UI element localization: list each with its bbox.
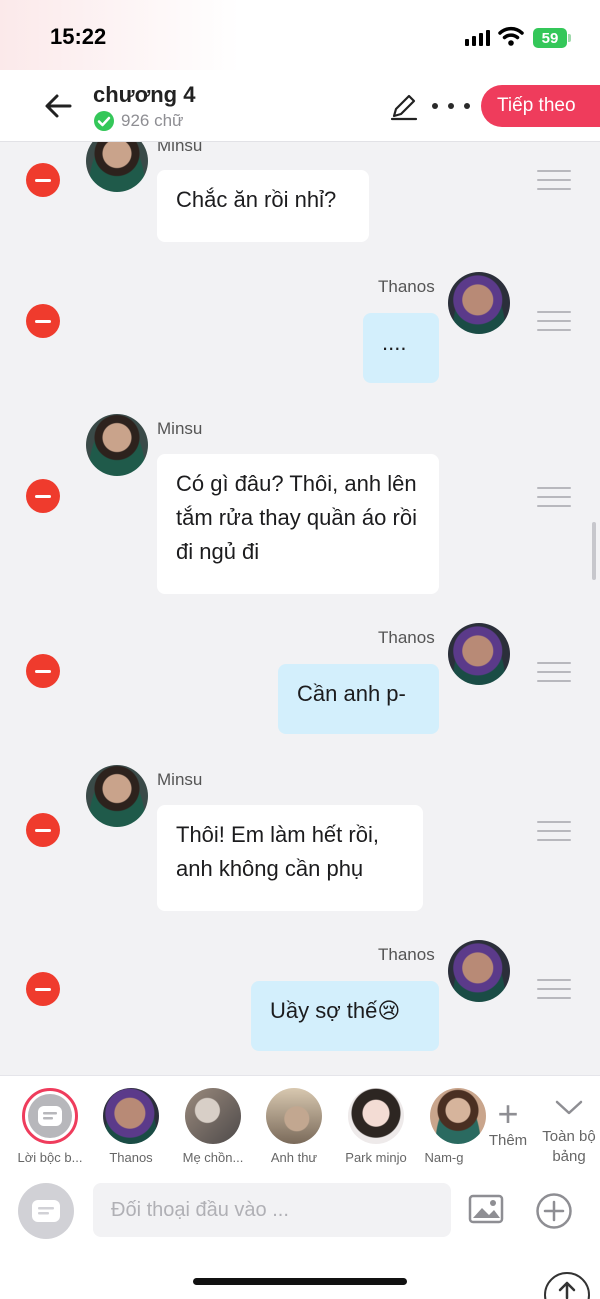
avatar-minsu	[86, 765, 148, 827]
message-bubble[interactable]: Uầy sợ thế😢	[251, 981, 439, 1051]
character-anh-thu[interactable]: Anh thư	[252, 1088, 336, 1165]
character-thanos[interactable]: Thanos	[89, 1088, 173, 1165]
word-count-text: 926 chữ	[121, 111, 184, 130]
character-selector: Lời bộc b... Thanos Mẹ chồn... Anh thư P…	[0, 1075, 600, 1168]
drag-handle-icon[interactable]	[537, 821, 571, 841]
narration-icon	[32, 1200, 60, 1222]
add-character-button[interactable]: + Thêm	[485, 1093, 531, 1150]
battery-level: 59	[541, 29, 559, 47]
scrollbar[interactable]	[592, 522, 596, 580]
arrow-left-icon[interactable]	[40, 88, 76, 124]
drag-handle-icon[interactable]	[537, 311, 571, 331]
sender-name: Minsu	[157, 770, 203, 789]
minus-circle-icon[interactable]	[26, 813, 60, 847]
avatar-thanos	[448, 272, 510, 334]
all-characters-label: Toàn bộ bảng	[542, 1128, 596, 1165]
add-character-label: Thêm	[488, 1132, 528, 1149]
character-label: Lời bộc b...	[17, 1150, 83, 1165]
character-narration[interactable]: Lời bộc b...	[8, 1088, 92, 1165]
message-row: Minsu Có gì đâu? Thôi, anh lên tắm rửa t…	[0, 414, 600, 599]
message-row: Minsu Thôi! Em làm hết rồi, anh không cầ…	[0, 765, 600, 915]
avatar-park-minjo	[348, 1088, 404, 1144]
message-bubble[interactable]: Chắc ăn rồi nhỉ?	[157, 170, 369, 242]
battery-tip	[568, 34, 571, 42]
narration-toggle-button[interactable]	[18, 1183, 74, 1239]
message-row: Thanos Cần anh p-	[0, 623, 600, 738]
sender-name: Thanos	[378, 945, 435, 964]
avatar-minsu	[86, 142, 148, 192]
message-bubble[interactable]: ....	[363, 313, 439, 383]
character-label: Mẹ chồn...	[182, 1150, 244, 1165]
sender-name: Thanos	[378, 277, 435, 296]
status-bar: 15:22 59	[0, 0, 600, 70]
message-row: Thanos Uầy sợ thế😢	[0, 940, 600, 1055]
drag-handle-icon[interactable]	[537, 170, 571, 190]
drag-handle-icon[interactable]	[537, 662, 571, 682]
minus-circle-icon[interactable]	[26, 304, 60, 338]
plus-icon: +	[497, 1093, 519, 1134]
sender-name: Minsu	[157, 419, 203, 438]
minus-circle-icon[interactable]	[26, 972, 60, 1006]
message-row: Thanos ....	[0, 272, 600, 392]
status-time: 15:22	[50, 24, 107, 49]
message-bubble[interactable]: Cần anh p-	[278, 664, 439, 734]
avatar-thanos	[103, 1088, 159, 1144]
cellular-signal-icon	[465, 30, 490, 46]
sender-name: Thanos	[378, 628, 435, 647]
arrow-up-icon	[558, 1281, 576, 1299]
drag-handle-icon[interactable]	[537, 979, 571, 999]
chevron-down-icon	[555, 1100, 583, 1115]
image-icon[interactable]	[468, 1193, 504, 1225]
character-label: Thanos	[109, 1150, 153, 1165]
character-label: Anh thư	[270, 1150, 318, 1165]
avatar-minsu	[86, 414, 148, 476]
message-row: Minsu Chắc ăn rồi nhỉ?	[0, 142, 600, 252]
chapter-header: chương 4 926 chữ Tiếp theo	[0, 70, 600, 142]
character-park-minjo[interactable]: Park minjo	[334, 1088, 418, 1165]
sender-name: Minsu	[157, 142, 203, 155]
dialogue-input[interactable]	[93, 1183, 451, 1237]
avatar-thanos	[448, 940, 510, 1002]
character-label: Nam-g	[424, 1150, 464, 1165]
character-me-chong[interactable]: Mẹ chồn...	[171, 1088, 255, 1165]
message-bubble[interactable]: Có gì đâu? Thôi, anh lên tắm rửa thay qu…	[157, 454, 439, 594]
character-label: Park minjo	[345, 1150, 407, 1165]
all-characters-button[interactable]: Toàn bộ bảng	[538, 1092, 600, 1167]
home-indicator	[193, 1278, 407, 1285]
chat-message-list[interactable]: Minsu Chắc ăn rồi nhỉ? Thanos .... Minsu…	[0, 142, 600, 1075]
scroll-up-button[interactable]	[544, 1272, 590, 1299]
narration-icon	[28, 1094, 72, 1138]
minus-circle-icon[interactable]	[26, 163, 60, 197]
more-dots-icon[interactable]	[432, 92, 470, 120]
avatar-anh-thu	[266, 1088, 322, 1144]
chapter-title: chương 4	[93, 82, 196, 107]
character-nam-g[interactable]: Nam-g	[416, 1088, 486, 1165]
next-chapter-button[interactable]: Tiếp theo	[481, 85, 600, 127]
avatar-thanos	[448, 623, 510, 685]
pencil-icon[interactable]	[388, 90, 420, 122]
word-count: 926 chữ	[93, 110, 183, 132]
composer-bar	[0, 1168, 600, 1299]
avatar-me-chong	[185, 1088, 241, 1144]
minus-circle-icon[interactable]	[26, 654, 60, 688]
message-bubble[interactable]: Thôi! Em làm hết rồi, anh không cần phụ	[157, 805, 423, 911]
plus-circle-icon[interactable]	[535, 1192, 573, 1230]
battery-icon: 59	[533, 28, 567, 48]
narration-avatar	[22, 1088, 78, 1144]
drag-handle-icon[interactable]	[537, 487, 571, 507]
wifi-icon	[498, 26, 524, 46]
check-circle-icon	[94, 111, 114, 131]
avatar-nam-g	[430, 1088, 486, 1144]
minus-circle-icon[interactable]	[26, 479, 60, 513]
